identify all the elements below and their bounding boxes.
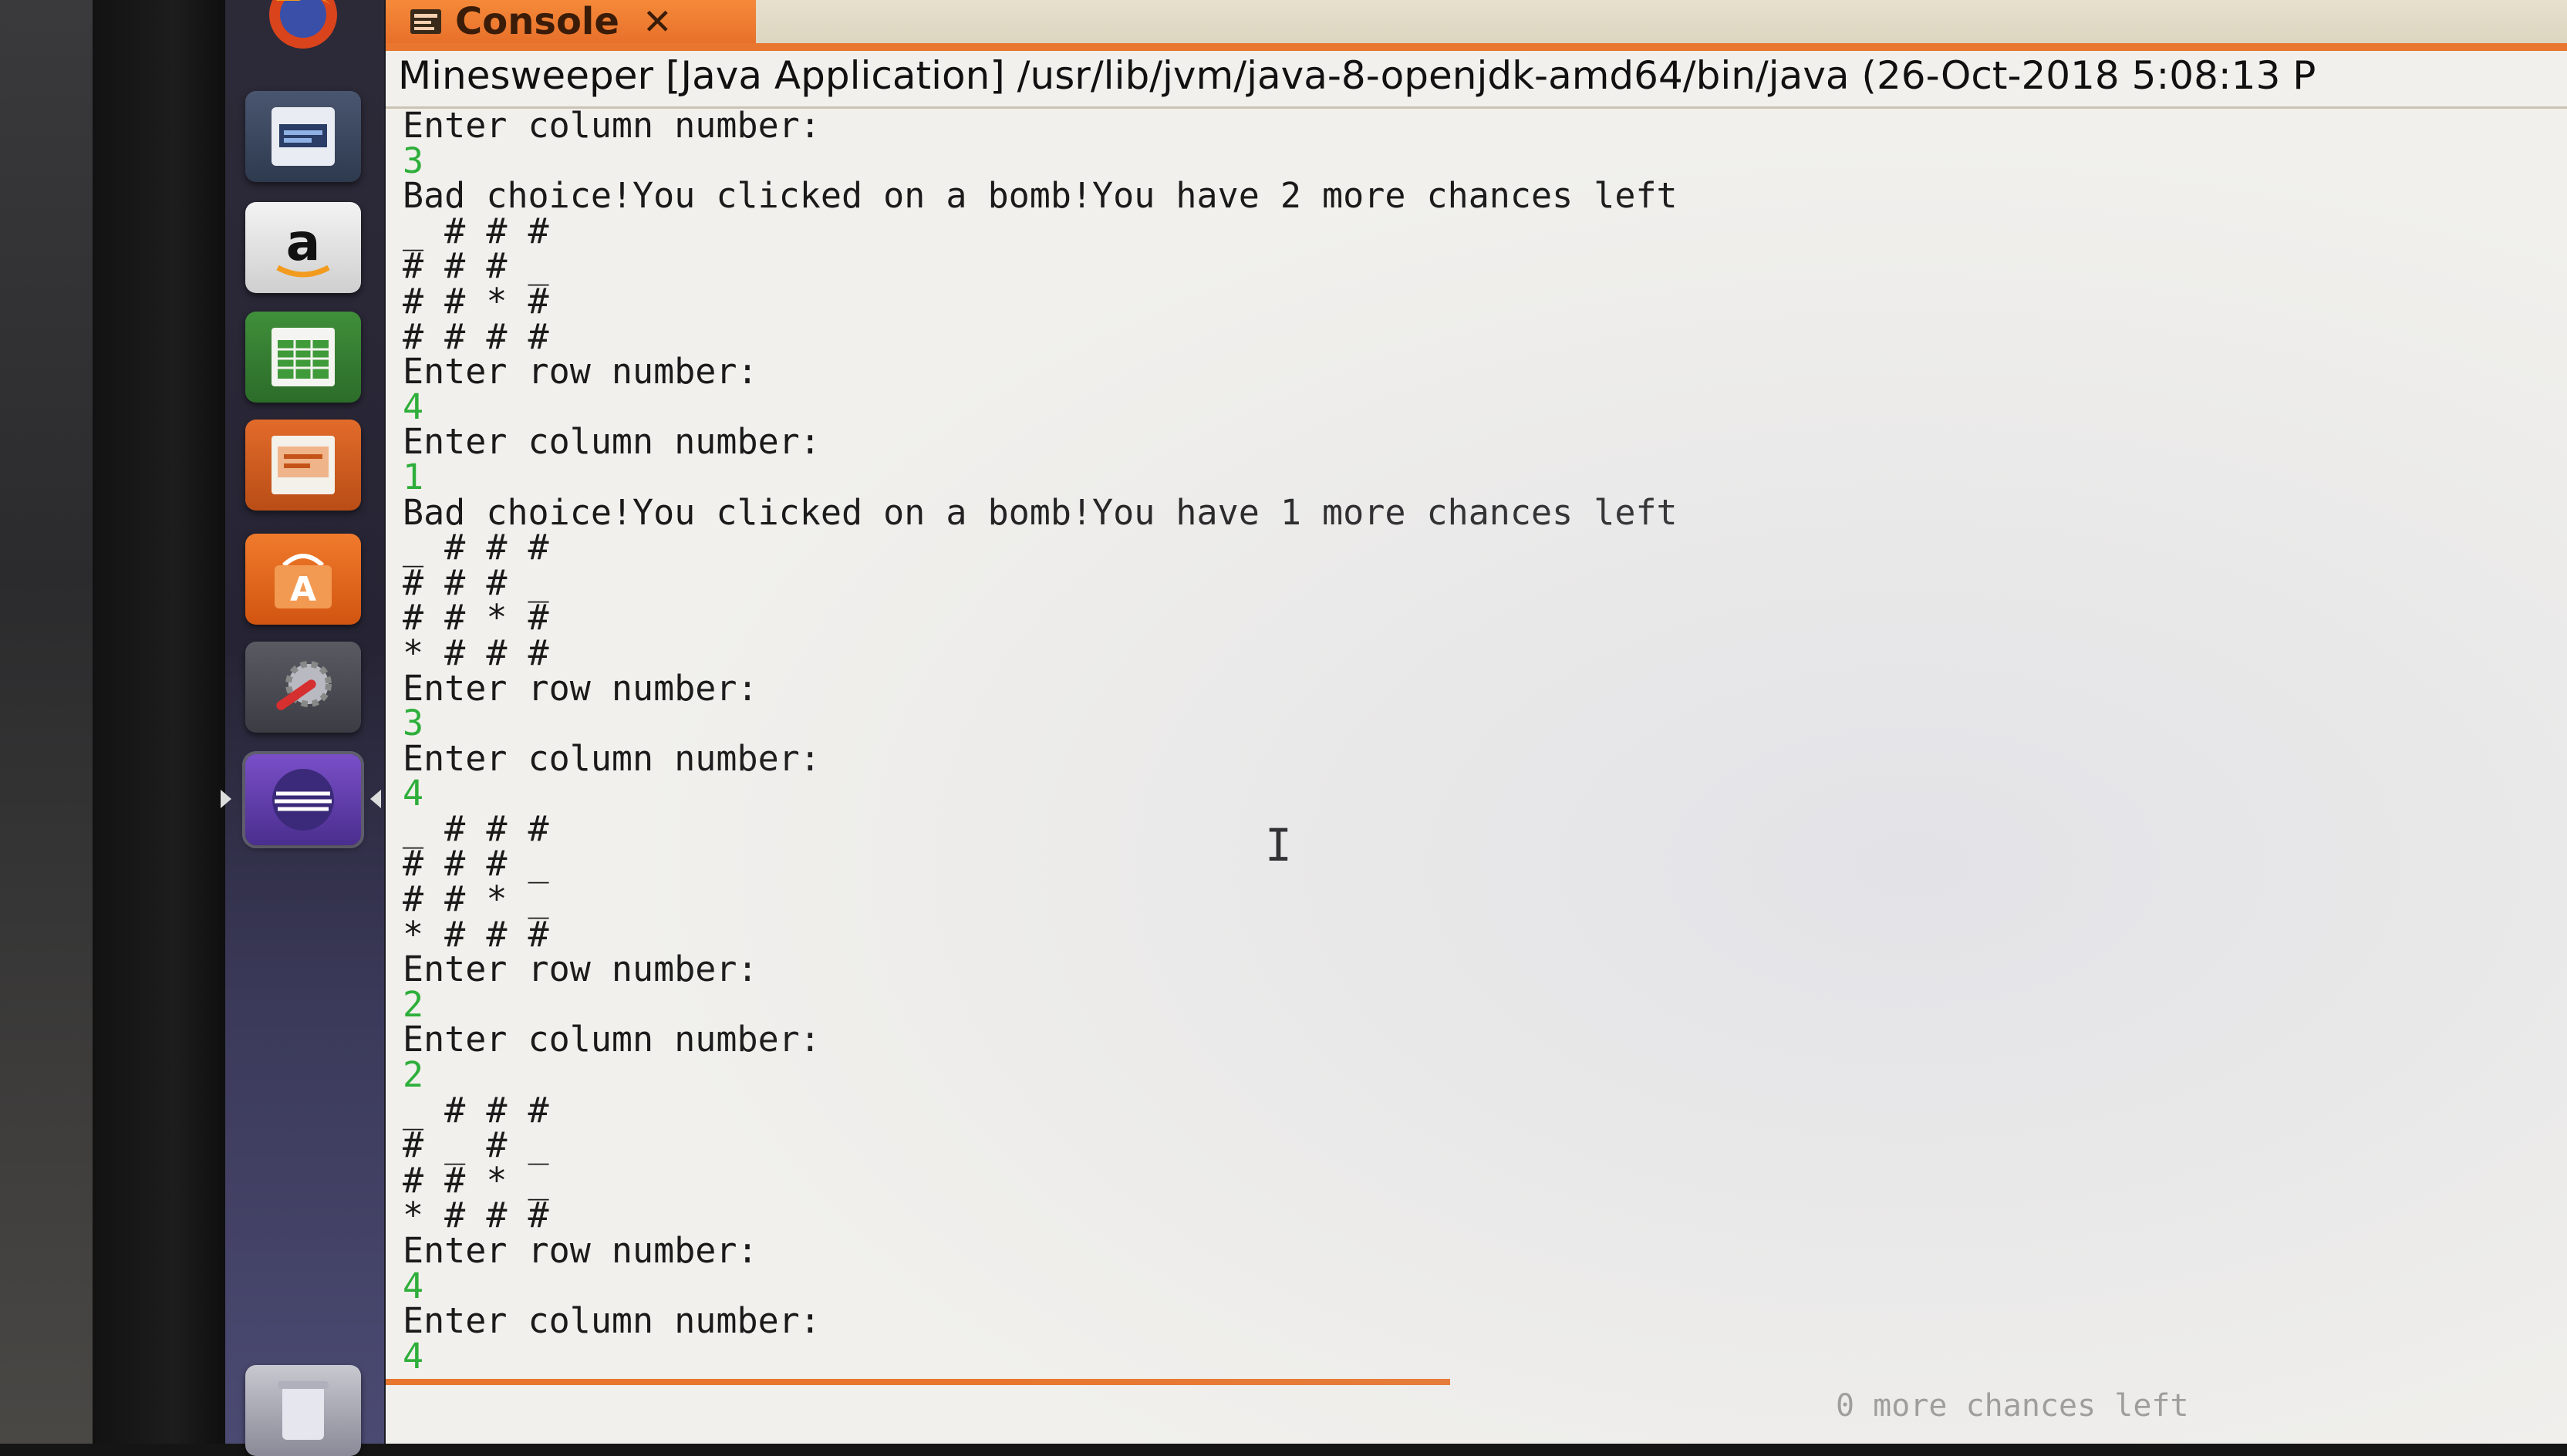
launcher-item-calc[interactable]: [245, 312, 361, 403]
console-output-line: Enter column number:: [403, 1019, 821, 1060]
console-output-line: * # # #: [403, 632, 549, 673]
console-input-line: 4: [403, 386, 424, 427]
console-icon: [410, 9, 441, 34]
console-output-line: # # * #: [403, 597, 549, 639]
active-indicator-left: [221, 790, 231, 808]
software-center-glyph: A: [290, 570, 316, 609]
console-input-line: 2: [403, 983, 424, 1025]
trash-icon: [278, 1381, 329, 1440]
console-input-line: 4: [403, 1335, 424, 1373]
status-ghost-text: 0 more chances left: [1836, 1388, 2189, 1424]
console-output-line: Enter column number:: [403, 108, 821, 146]
console-output-line: Enter row number:: [403, 949, 758, 990]
unity-launcher: a A: [225, 0, 387, 1456]
console-output-line: Enter column number:: [403, 1300, 821, 1342]
console-output-line: Enter column number:: [403, 737, 821, 779]
console-output-line: _ # # #: [403, 807, 549, 849]
console-output-line: Enter row number:: [403, 351, 758, 393]
console-output-line: Enter column number:: [403, 421, 821, 463]
tab-close-icon[interactable]: ✕: [643, 1, 673, 42]
console-input-line: 3: [403, 703, 424, 744]
tab-console[interactable]: Console ✕: [386, 0, 756, 43]
launcher-item-firefox[interactable]: [245, 0, 361, 60]
launcher-item-settings[interactable]: [245, 642, 361, 733]
console-input-line: 3: [403, 140, 424, 181]
launcher-item-software-center[interactable]: A: [245, 534, 361, 625]
console-output-line: # # # _: [403, 561, 549, 603]
firefox-icon: [269, 0, 337, 49]
eclipse-icon: [272, 769, 334, 831]
console-output-line: # # # #: [403, 315, 549, 357]
launcher-item-amazon[interactable]: a: [245, 202, 361, 293]
launcher-item-impress[interactable]: [245, 420, 361, 511]
console-output-line: Enter row number:: [403, 667, 758, 709]
settings-gear-icon: [276, 661, 332, 710]
console-input-line: 4: [403, 773, 424, 814]
console-bottom-rule: [386, 1379, 1450, 1385]
text-cursor-icon: I: [1265, 819, 1292, 871]
console-output-line: # _ # _: [403, 1124, 549, 1166]
console-output-line: * # # #: [403, 913, 549, 955]
console-output-line: _ # # #: [403, 527, 549, 568]
console-input-line: 1: [403, 456, 424, 497]
view-tabbar: Console ✕: [386, 0, 2567, 43]
launcher-item-trash[interactable]: [245, 1365, 361, 1456]
console-output-line: _ # # #: [403, 1089, 549, 1131]
console-output-line: # # # _: [403, 245, 549, 287]
active-indicator-right: [370, 790, 381, 808]
console-output-line: # # * _: [403, 1159, 549, 1201]
console-output-line: Bad choice!You clicked on a bomb!You hav…: [403, 491, 1678, 533]
monitor-bezel: [93, 0, 228, 1444]
spreadsheet-icon: [272, 328, 335, 386]
console-input-line: 4: [403, 1265, 424, 1306]
amazon-glyph: a: [286, 213, 321, 272]
file-manager-icon: [272, 107, 335, 166]
console-output-line: # # # _: [403, 843, 549, 885]
console-output[interactable]: Enter column number: 3 Bad choice!You clic…: [403, 108, 2555, 1373]
launcher-item-files[interactable]: [245, 91, 361, 182]
console-view: Console ✕ Minesweeper [Java Application]…: [386, 0, 2567, 1444]
console-input-line: 2: [403, 1054, 424, 1096]
amazon-icon: a: [276, 213, 330, 278]
launcher-item-eclipse[interactable]: [242, 751, 364, 848]
console-output-line: # # * _: [403, 878, 549, 920]
console-output-line: _ # # #: [403, 210, 549, 251]
console-output-line: Enter row number:: [403, 1230, 758, 1271]
console-output-line: # # * #: [403, 280, 549, 322]
console-output-line: Bad choice!You clicked on a bomb!You hav…: [403, 175, 1678, 217]
tab-console-label: Console: [455, 0, 619, 43]
console-output-line: * # # #: [403, 1195, 549, 1236]
process-title: Minesweeper [Java Application] /usr/lib/…: [398, 53, 2316, 98]
presentation-icon: [272, 436, 335, 494]
software-center-icon: A: [275, 554, 332, 609]
